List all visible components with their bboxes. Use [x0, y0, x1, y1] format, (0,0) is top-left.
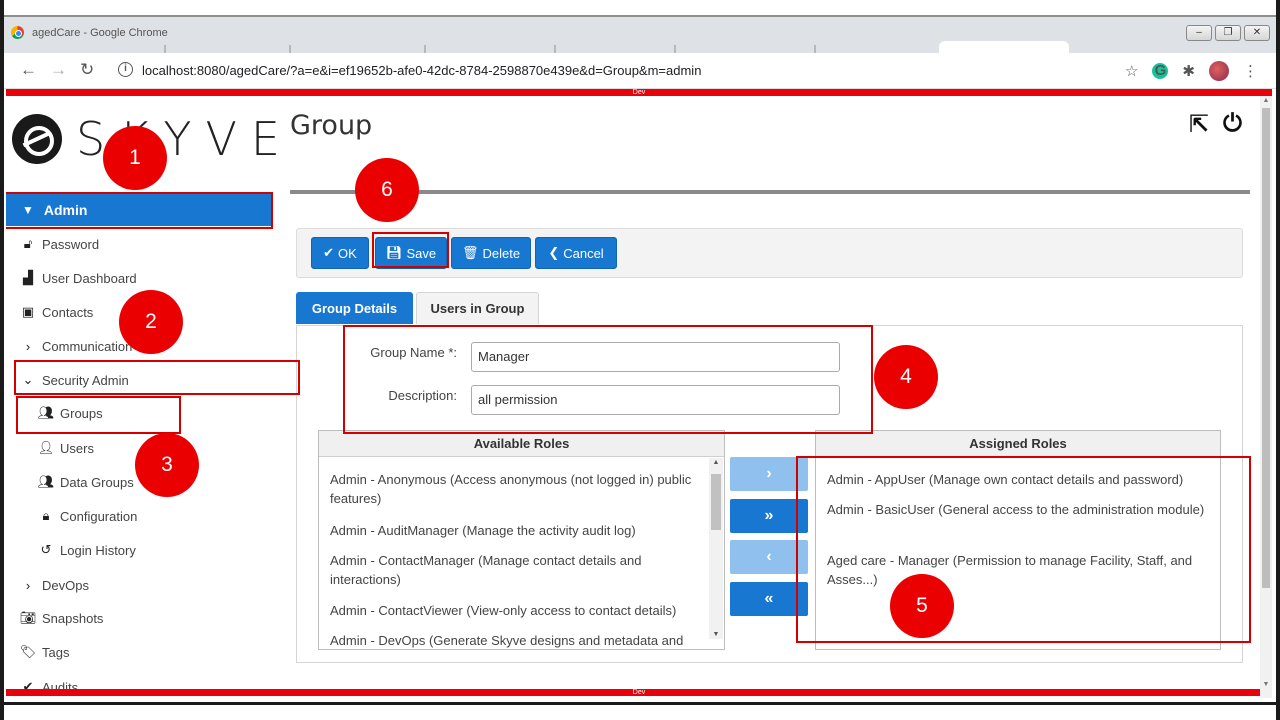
action-toolbar: ✔ OK 💾︎ Save 🗑︎ Delete ❮ Cancel	[296, 228, 1243, 278]
callout-3: 3	[135, 433, 199, 497]
callout-1: 1	[103, 126, 167, 190]
list-item[interactable]: Admin - AppUser (Manage own contact deta…	[827, 470, 1212, 489]
tag-icon: 🏷︎	[19, 644, 37, 659]
address-bar: ← → ↻ i localhost:8080/agedCare/?a=e&i=e…	[4, 53, 1276, 89]
sidebar-item-security-admin[interactable]: ⌄ Security Admin	[18, 369, 129, 391]
url-field[interactable]: localhost:8080/agedCare/?a=e&i=ef19652b-…	[142, 63, 701, 78]
tab-group-details[interactable]: Group Details	[296, 292, 413, 324]
contact-card-icon: ▣	[21, 304, 35, 319]
list-item[interactable]: Aged care - Manager (Permission to manag…	[827, 551, 1212, 589]
delete-button[interactable]: 🗑︎ Delete	[451, 237, 531, 269]
trash-icon: 🗑︎	[461, 245, 479, 260]
callout-5: 5	[890, 574, 954, 638]
chevron-right-icon: ›	[25, 338, 31, 354]
dev-env-bar-bottom: Dev	[6, 689, 1272, 696]
check-icon: ✔	[22, 679, 34, 689]
extensions-puzzle-icon[interactable]: ✱	[1182, 62, 1195, 80]
sidebar-item-contacts[interactable]: ▣ Contacts	[18, 301, 93, 323]
list-item[interactable]: Admin - BasicUser (General access to the…	[827, 500, 1212, 519]
info-icon[interactable]: i	[118, 62, 133, 77]
title-divider	[290, 190, 1250, 194]
floppy-disk-icon: 💾︎	[385, 245, 403, 260]
chevron-down-icon: ▼	[22, 203, 34, 217]
assigned-roles-list[interactable]: Assigned Roles Admin - AppUser (Manage o…	[815, 430, 1221, 650]
list-item[interactable]: Admin - ContactManager (Manage contact d…	[330, 551, 700, 589]
lock-icon: 🔓︎	[23, 236, 33, 251]
page-title: Group	[290, 110, 373, 141]
list-item[interactable]: Admin - ContactViewer (View-only access …	[330, 601, 700, 620]
history-icon: ↺	[40, 542, 52, 557]
description-label: Description:	[388, 388, 457, 403]
sidebar-item-users[interactable]: 👤︎ Users	[36, 437, 94, 459]
back-arrow-icon[interactable]: ←	[20, 61, 37, 79]
user-icon: 👤︎	[37, 440, 55, 455]
page-scrollbar[interactable]: ▲ ▼	[1260, 96, 1272, 700]
assigned-roles-header: Assigned Roles	[816, 431, 1220, 457]
check-icon: ✔	[323, 245, 335, 260]
minimize-button[interactable]: –	[1186, 25, 1212, 41]
move-right-button[interactable]: ›	[730, 457, 808, 491]
sidebar-item-password[interactable]: 🔓︎ Password	[18, 233, 99, 255]
browser-menu-icon[interactable]: ⋮	[1243, 62, 1258, 80]
bookmark-star-icon[interactable]: ☆	[1125, 62, 1138, 80]
ok-button[interactable]: ✔ OK	[311, 237, 369, 269]
profile-avatar[interactable]	[1209, 61, 1229, 81]
window-title: agedCare - Google Chrome	[32, 27, 168, 39]
sidebar-item-audits[interactable]: ✔ Audits	[18, 676, 79, 689]
sidebar-item-configuration[interactable]: 🔒︎ Configuration	[36, 505, 138, 527]
group-icon: 👥︎	[37, 474, 55, 489]
callout-2: 2	[119, 290, 183, 354]
sidebar-admin-label: Admin	[43, 202, 88, 218]
available-roles-list[interactable]: Available Roles Admin - Anonymous (Acces…	[318, 430, 725, 650]
dev-env-bar-top: Dev	[6, 89, 1272, 96]
reload-icon[interactable]: ↻	[80, 61, 94, 79]
chrome-logo-icon	[11, 26, 24, 39]
sidebar-item-data-groups[interactable]: 👥︎ Data Groups	[36, 471, 134, 493]
camera-icon: 📷︎	[19, 610, 37, 625]
sidebar-item-groups[interactable]: 👥︎ Groups	[36, 402, 103, 424]
close-window-button[interactable]: ✕	[1244, 25, 1270, 41]
callout-4: 4	[874, 345, 938, 409]
available-roles-header: Available Roles	[319, 431, 724, 457]
list-item[interactable]: Admin - DevOps (Generate Skyve designs a…	[330, 631, 700, 650]
chevron-down-icon: ⌄	[22, 372, 34, 387]
available-roles-scrollbar[interactable]: ▲ ▼	[709, 458, 723, 639]
grammarly-extension-icon[interactable]: G	[1152, 63, 1169, 79]
share-export-icon[interactable]: ⇱	[1189, 110, 1209, 139]
sidebar-item-communication[interactable]: › Communication	[18, 335, 133, 357]
move-all-right-button[interactable]: »	[730, 499, 808, 533]
power-logout-icon[interactable]: ⏻	[1223, 110, 1242, 139]
move-left-button[interactable]: ‹	[730, 540, 808, 574]
chevron-left-icon: ❮	[548, 245, 560, 260]
move-all-left-button[interactable]: «	[730, 582, 808, 616]
save-button[interactable]: 💾︎ Save	[375, 237, 447, 269]
skyve-logo-icon	[12, 114, 62, 164]
sidebar-item-snapshots[interactable]: 📷︎ Snapshots	[18, 607, 104, 629]
cancel-button[interactable]: ❮ Cancel	[535, 237, 617, 269]
sidebar-admin-menu[interactable]: ▼ Admin	[6, 194, 271, 226]
sidebar-item-login-history[interactable]: ↺ Login History	[36, 539, 136, 561]
group-icon: 👥︎	[37, 405, 55, 420]
restore-button[interactable]: ❐	[1215, 25, 1241, 41]
sidebar-item-devops[interactable]: › DevOps	[18, 574, 89, 596]
callout-6: 6	[355, 158, 419, 222]
chevron-right-icon: ›	[25, 577, 31, 593]
app-viewport: SKYVE ▼ Admin 🔓︎ Password ▟ User Dashboard…	[6, 96, 1260, 689]
screen-bottom	[0, 698, 1280, 720]
chart-icon: ▟	[23, 270, 33, 285]
list-item[interactable]: Admin - Anonymous (Access anonymous (not…	[330, 470, 700, 508]
list-item[interactable]: Admin - AuditManager (Manage the activit…	[330, 521, 700, 540]
browser-titlebar: agedCare - Google Chrome – ❐ ✕	[4, 15, 1276, 55]
description-input[interactable]: all permission	[471, 385, 840, 415]
sidebar-item-tags[interactable]: 🏷︎ Tags	[18, 641, 70, 663]
group-name-input[interactable]: Manager	[471, 342, 840, 372]
tab-users-in-group[interactable]: Users in Group	[416, 292, 539, 324]
group-name-label: Group Name *:	[370, 345, 457, 360]
top-strip	[0, 0, 1280, 15]
lock-icon: 🔒︎	[42, 508, 50, 523]
forward-arrow-icon[interactable]: →	[50, 61, 67, 79]
sidebar-item-user-dashboard[interactable]: ▟ User Dashboard	[18, 267, 137, 289]
